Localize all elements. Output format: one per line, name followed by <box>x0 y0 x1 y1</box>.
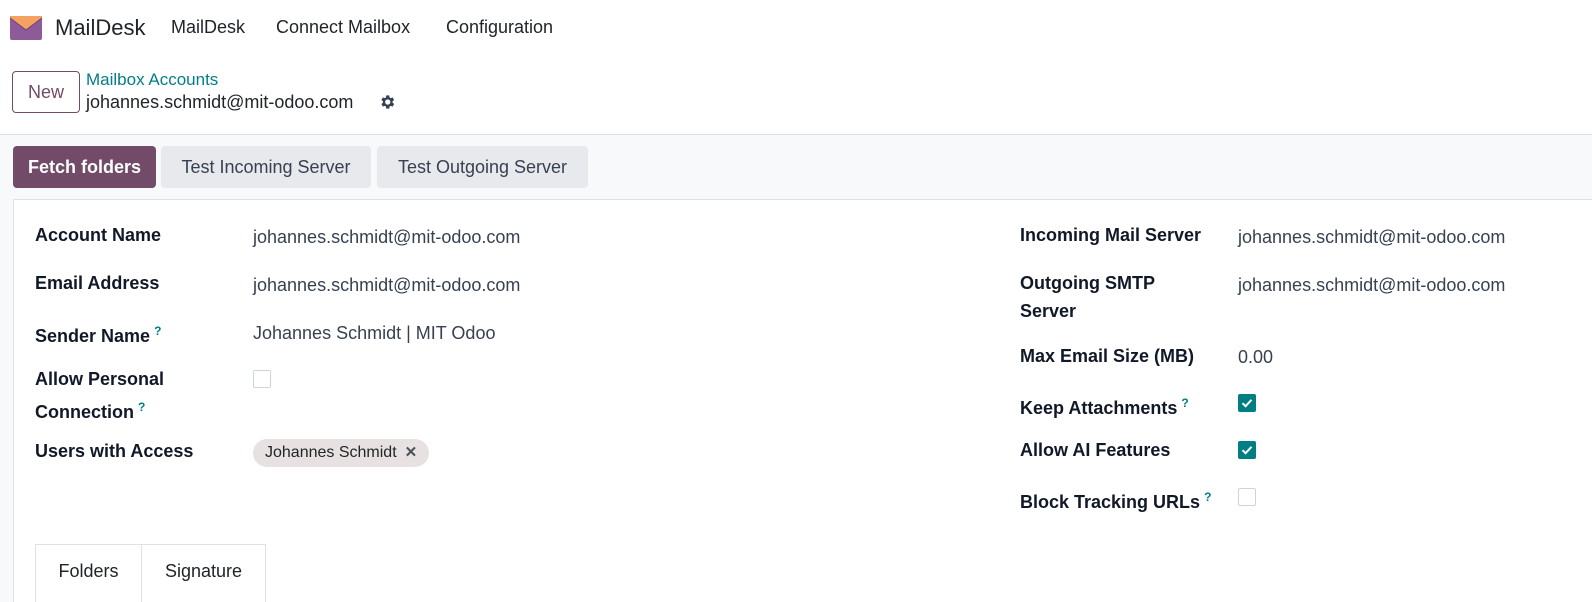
app-brand[interactable]: MailDesk <box>55 15 145 41</box>
allow-personal-checkbox[interactable] <box>253 370 271 388</box>
sender-name-label-text: Sender Name <box>35 326 151 346</box>
keep-attachments-label-text: Keep Attachments <box>1020 398 1178 418</box>
keep-attachments-help-icon[interactable]: ? <box>1181 396 1188 410</box>
nav-item-maildesk[interactable]: MailDesk <box>171 17 245 38</box>
breadcrumb-current: johannes.schmidt@mit-odoo.com <box>86 92 354 112</box>
sender-name-help-icon[interactable]: ? <box>154 324 161 338</box>
block-tracking-checkbox[interactable] <box>1238 488 1256 506</box>
sender-name-field[interactable]: Johannes Schmidt | MIT Odoo <box>253 319 495 347</box>
keep-attachments-checkbox[interactable] <box>1238 394 1256 412</box>
keep-attachments-label: Keep Attachments? <box>1020 389 1189 422</box>
block-tracking-label-text: Block Tracking URLs <box>1020 492 1201 512</box>
incoming-server-field[interactable]: johannes.schmidt@mit-odoo.com <box>1238 223 1505 251</box>
tab-folders[interactable]: Folders <box>35 544 142 602</box>
user-tag-label: Johannes Schmidt <box>265 444 397 461</box>
incoming-server-label: Incoming Mail Server <box>1020 225 1202 245</box>
max-size-field[interactable]: 0.00 <box>1238 343 1273 371</box>
allow-ai-checkbox[interactable] <box>1238 441 1256 459</box>
control-panel: New Mailbox Accounts johannes.schmidt@mi… <box>0 56 1592 135</box>
user-tag: Johannes Schmidt ✕ <box>253 439 430 467</box>
check-icon <box>1241 399 1253 408</box>
top-navbar: MailDesk MailDesk Connect Mailbox Config… <box>0 0 1592 56</box>
email-address-field[interactable]: johannes.schmidt@mit-odoo.com <box>253 271 520 299</box>
test-outgoing-server-button[interactable]: Test Outgoing Server <box>377 146 588 188</box>
sender-name-label: Sender Name? <box>35 317 161 350</box>
nav-item-connect-mailbox[interactable]: Connect Mailbox <box>276 17 410 38</box>
account-name-field[interactable]: johannes.schmidt@mit-odoo.com <box>253 223 520 251</box>
nav-item-configuration[interactable]: Configuration <box>446 17 553 38</box>
envelope-logo-icon[interactable] <box>10 16 42 40</box>
check-icon <box>1241 446 1253 455</box>
account-name-label: Account Name <box>35 225 162 245</box>
tab-signature[interactable]: Signature <box>142 544 266 602</box>
new-button[interactable]: New <box>12 71 80 113</box>
gear-icon[interactable] <box>378 93 396 111</box>
block-tracking-label: Block Tracking URLs? <box>1020 483 1211 516</box>
outgoing-server-label-line1: Outgoing SMTP <box>1020 273 1155 293</box>
block-tracking-help-icon[interactable]: ? <box>1204 490 1211 504</box>
breadcrumb-parent-link[interactable]: Mailbox Accounts <box>86 70 218 90</box>
allow-personal-label-line1: Allow Personal <box>35 369 165 389</box>
test-incoming-server-button[interactable]: Test Incoming Server <box>161 146 371 188</box>
max-size-label: Max Email Size (MB) <box>1020 346 1195 366</box>
email-address-label: Email Address <box>35 273 160 293</box>
allow-ai-label: Allow AI Features <box>1020 440 1171 460</box>
users-access-label: Users with Access <box>35 441 194 461</box>
form-sheet <box>13 199 1592 602</box>
allow-personal-label-line2: Connection? <box>35 393 145 426</box>
allow-personal-help-icon[interactable]: ? <box>138 400 145 414</box>
outgoing-server-field[interactable]: johannes.schmidt@mit-odoo.com <box>1238 271 1505 299</box>
allow-personal-label-text: Connection <box>35 402 134 422</box>
outgoing-server-label-line2: Server <box>1020 301 1077 321</box>
close-icon[interactable]: ✕ <box>405 444 418 461</box>
fetch-folders-button[interactable]: Fetch folders <box>13 146 156 188</box>
